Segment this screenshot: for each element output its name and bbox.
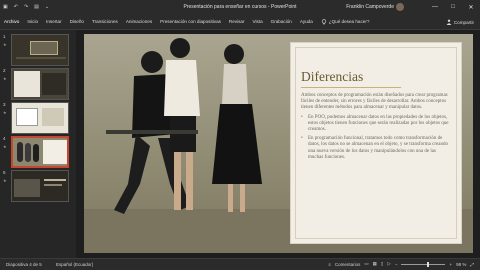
ribbon-tabs: Archivo Inicio Insertar Diseño Transicio…: [0, 14, 480, 30]
zoom-out-icon[interactable]: −: [395, 262, 398, 267]
share-button[interactable]: Compartir: [446, 17, 474, 27]
tab-archivo[interactable]: Archivo: [0, 19, 23, 24]
slide-counter: Diapositiva 4 de 5: [6, 262, 42, 267]
zoom-slider[interactable]: [401, 261, 446, 267]
bullet-text: En programación funcional, tratamos todo…: [308, 136, 448, 160]
tab-grabacion[interactable]: Grabación: [267, 19, 296, 24]
content-card[interactable]: Diferencias Ambos conceptos de programac…: [290, 42, 462, 244]
search-label: ¿Qué desea hacer?: [328, 19, 370, 24]
current-slide[interactable]: Diferencias Ambos conceptos de programac…: [84, 34, 473, 253]
thumbnail-row[interactable]: 2 ★: [0, 68, 76, 100]
tab-inicio[interactable]: Inicio: [23, 19, 42, 24]
thumbnail-number: 4: [3, 136, 6, 141]
close-button[interactable]: ✕: [462, 0, 480, 14]
comments-button[interactable]: Comentarios: [335, 262, 361, 267]
powerpoint-window: ▣ ↶ ↷ ▤ ⌄ Presentación para enseñar en c…: [0, 0, 480, 270]
slide-thumbnail-selected[interactable]: [11, 136, 69, 168]
slide-editor[interactable]: Diferencias Ambos conceptos de programac…: [76, 30, 480, 258]
tab-transiciones[interactable]: Transiciones: [88, 19, 122, 24]
intro-paragraph: Ambos conceptos de programación están di…: [301, 93, 448, 111]
bullet-item: • En POO, podemos almacenar datos en las…: [301, 115, 451, 134]
thumbnail-row[interactable]: 1 ★: [0, 34, 76, 66]
thumbnail-number: 3: [3, 102, 6, 107]
zoom-slider-knob[interactable]: [427, 261, 430, 267]
tell-me-search[interactable]: ¿Qué desea hacer?: [317, 18, 374, 25]
thumbnail-row[interactable]: 3 ★: [0, 102, 76, 134]
thumbnail-row[interactable]: 4 ★: [0, 136, 76, 168]
notes-icon[interactable]: ≡: [328, 262, 331, 267]
minimize-button[interactable]: —: [426, 0, 444, 14]
status-bar: Diapositiva 4 de 5 Español (Ecuador) ≡ C…: [0, 258, 480, 270]
transition-star-icon: ★: [3, 110, 7, 115]
bullet-icon: •: [301, 114, 303, 120]
transition-star-icon: ★: [3, 42, 7, 47]
lightbulb-icon: [321, 18, 326, 24]
maximize-button[interactable]: □: [444, 0, 462, 14]
avatar[interactable]: [396, 3, 404, 11]
slideshow-icon[interactable]: ▷: [387, 261, 390, 267]
tab-presentacion[interactable]: Presentación con diapositivas: [156, 19, 225, 24]
share-label: Compartir: [453, 19, 474, 25]
thumbnail-number: 5: [3, 170, 6, 175]
zoom-in-icon[interactable]: +: [449, 262, 452, 267]
thumbnail-row[interactable]: 5 ★: [0, 170, 76, 202]
slide-thumbnail[interactable]: [11, 170, 69, 202]
fit-to-window-icon[interactable]: ⤢: [470, 262, 474, 267]
transition-star-icon: ★: [3, 144, 7, 149]
slide-body-text[interactable]: Ambos conceptos de programación están di…: [301, 93, 451, 161]
bullet-item: • En programación funcional, tratamos to…: [301, 136, 451, 161]
title-bar: ▣ ↶ ↷ ▤ ⌄ Presentación para enseñar en c…: [0, 0, 480, 14]
window-title: Presentación para enseñar en cursos - Po…: [183, 4, 297, 10]
thumbnail-number: 2: [3, 68, 6, 73]
language-indicator[interactable]: Español (Ecuador): [56, 262, 93, 267]
slide-thumbnail[interactable]: [11, 34, 69, 66]
slide-thumbnail[interactable]: [11, 102, 69, 134]
tab-diseno[interactable]: Diseño: [66, 19, 88, 24]
bullet-icon: •: [301, 136, 303, 142]
slide-thumbnail-pane[interactable]: 1 ★ 2 ★ 3 ★ 4 ★ 5 ★: [0, 30, 76, 258]
transition-star-icon: ★: [3, 76, 7, 81]
transition-star-icon: ★: [3, 178, 7, 183]
tab-ayuda[interactable]: Ayuda: [296, 19, 317, 24]
tab-insertar[interactable]: Insertar: [42, 19, 66, 24]
bullet-text: En POO, podemos almacenar datos en las p…: [308, 114, 449, 133]
user-name[interactable]: Franklin Campoverde: [346, 4, 394, 10]
tab-vista[interactable]: Vista: [249, 19, 267, 24]
tab-revisar[interactable]: Revisar: [225, 19, 249, 24]
normal-view-icon[interactable]: ▭: [364, 261, 368, 267]
slide-thumbnail[interactable]: [11, 68, 69, 100]
zoom-level[interactable]: 98 %: [456, 262, 466, 267]
slide-sorter-icon[interactable]: ▦: [373, 261, 377, 267]
slide-title[interactable]: Diferencias: [301, 69, 363, 85]
thumbnail-number: 1: [3, 34, 6, 39]
tab-animaciones[interactable]: Animaciones: [122, 19, 156, 24]
title-underline: [301, 87, 401, 88]
person-icon: [446, 19, 452, 25]
reading-view-icon[interactable]: ▯: [381, 261, 383, 267]
